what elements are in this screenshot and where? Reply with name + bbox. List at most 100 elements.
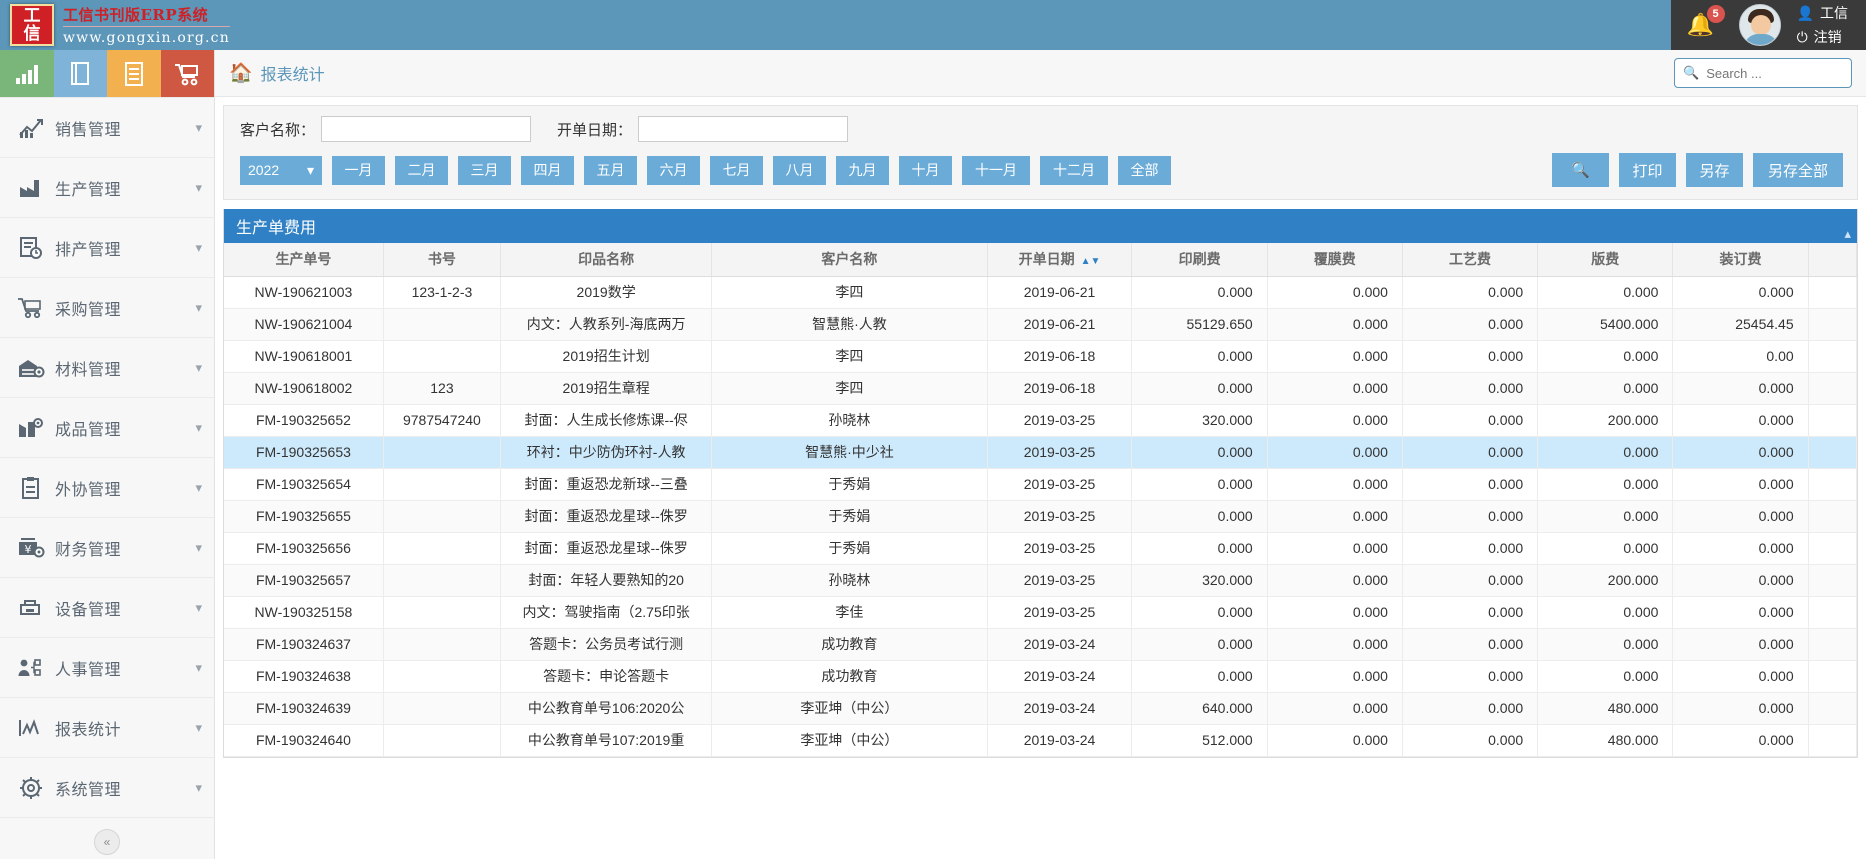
month-button-8[interactable]: 八月 bbox=[773, 156, 826, 185]
chart-tile[interactable] bbox=[0, 50, 54, 97]
cell-plate-fee: 200.000 bbox=[1538, 564, 1673, 596]
cell-book-no bbox=[383, 564, 500, 596]
table-row[interactable]: FM-190325655封面：重返恐龙星球--侏罗于秀娟2019-03-250.… bbox=[224, 500, 1857, 532]
col-binding-fee[interactable]: 装订费 bbox=[1673, 243, 1808, 276]
chevron-down-icon: ▾ bbox=[195, 180, 202, 196]
table-row[interactable]: FM-190324638答题卡：申论答题卡成功教育2019-03-240.000… bbox=[224, 660, 1857, 692]
report-chart-icon bbox=[16, 715, 46, 741]
col-invoice-date[interactable]: 开单日期▲▼ bbox=[987, 243, 1132, 276]
sidebar-item-system[interactable]: 系统管理 ▾ bbox=[0, 758, 214, 818]
sidebar-item-outsourcing[interactable]: 外协管理 ▾ bbox=[0, 458, 214, 518]
table-header-row: 生产单号 书号 印品名称 客户名称 开单日期▲▼ 印刷费 覆膜费 工艺费 版费 … bbox=[224, 243, 1857, 276]
sidebar-item-reports[interactable]: 报表统计 ▾ bbox=[0, 698, 214, 758]
cell-invoice-date: 2019-03-25 bbox=[987, 468, 1132, 500]
cart-tile[interactable] bbox=[161, 50, 215, 97]
table-row[interactable]: NW-1906180021232019招生章程李四2019-06-180.000… bbox=[224, 372, 1857, 404]
month-button-all[interactable]: 全部 bbox=[1118, 156, 1171, 185]
cell-invoice-date: 2019-06-18 bbox=[987, 372, 1132, 404]
col-product-name[interactable]: 印品名称 bbox=[500, 243, 711, 276]
month-button-2[interactable]: 二月 bbox=[395, 156, 448, 185]
table-row[interactable]: FM-190324637答题卡：公务员考试行测成功教育2019-03-240.0… bbox=[224, 628, 1857, 660]
table-row[interactable]: FM-190324639中公教育单号106:2020公李亚坤（中公）2019-0… bbox=[224, 692, 1857, 724]
sidebar-item-label: 系统管理 bbox=[55, 776, 195, 800]
col-plate-fee[interactable]: 版费 bbox=[1538, 243, 1673, 276]
sidebar-item-equipment[interactable]: 设备管理 ▾ bbox=[0, 578, 214, 638]
sidebar-item-hr[interactable]: 人事管理 ▾ bbox=[0, 638, 214, 698]
notifications-button[interactable]: 🔔 5 bbox=[1671, 0, 1731, 50]
year-select[interactable]: 2022 ▾ bbox=[240, 156, 322, 185]
notification-badge: 5 bbox=[1707, 5, 1725, 23]
table-row[interactable]: FM-1903256529787547240封面：人生成长修炼课--侭孙晓林20… bbox=[224, 404, 1857, 436]
sidebar-item-label: 外协管理 bbox=[55, 476, 195, 500]
table-head: 生产单号 书号 印品名称 客户名称 开单日期▲▼ 印刷费 覆膜费 工艺费 版费 … bbox=[224, 243, 1857, 276]
cell-invoice-date: 2019-06-21 bbox=[987, 276, 1132, 308]
grid-collapse-icon[interactable]: ▴ bbox=[1844, 226, 1851, 242]
sidebar-item-finished-goods[interactable]: 成品管理 ▾ bbox=[0, 398, 214, 458]
avatar-button[interactable] bbox=[1731, 0, 1789, 50]
month-button-4[interactable]: 四月 bbox=[521, 156, 574, 185]
search-input[interactable] bbox=[1706, 66, 1843, 81]
month-button-10[interactable]: 十月 bbox=[899, 156, 952, 185]
col-production-no[interactable]: 生产单号 bbox=[224, 243, 383, 276]
sidebar: 销售管理 ▾ 生产管理 ▾ 排产管理 bbox=[0, 50, 215, 859]
sidebar-item-production[interactable]: 生产管理 ▾ bbox=[0, 158, 214, 218]
month-button-12[interactable]: 十二月 bbox=[1040, 156, 1108, 185]
table-row[interactable]: NW-190621003123-1-2-32019数学李四2019-06-210… bbox=[224, 276, 1857, 308]
save-all-button[interactable]: 另存全部 bbox=[1753, 153, 1843, 187]
cell-craft-fee: 0.000 bbox=[1402, 404, 1537, 436]
customer-name-input[interactable] bbox=[321, 116, 531, 142]
month-button-1[interactable]: 一月 bbox=[332, 156, 385, 185]
col-craft-fee[interactable]: 工艺费 bbox=[1402, 243, 1537, 276]
cell-print-fee: 0.000 bbox=[1132, 276, 1267, 308]
sidebar-item-finance[interactable]: ¥ 财务管理 ▾ bbox=[0, 518, 214, 578]
cell-product-name: 中公教育单号107:2019重 bbox=[500, 724, 711, 756]
book-tile[interactable] bbox=[54, 50, 108, 97]
home-icon[interactable]: 🏠 bbox=[229, 61, 253, 85]
col-print-fee[interactable]: 印刷费 bbox=[1132, 243, 1267, 276]
breadcrumb[interactable]: 报表统计 bbox=[261, 61, 325, 85]
col-customer-name[interactable]: 客户名称 bbox=[712, 243, 987, 276]
cell-invoice-date: 2019-03-24 bbox=[987, 660, 1132, 692]
cell-print-fee: 0.000 bbox=[1132, 468, 1267, 500]
cell-customer-name: 于秀娟 bbox=[712, 500, 987, 532]
sidebar-item-scheduling[interactable]: 排产管理 ▾ bbox=[0, 218, 214, 278]
table-row[interactable]: FM-190325654封面：重返恐龙新球--三叠于秀娟2019-03-250.… bbox=[224, 468, 1857, 500]
table-row[interactable]: NW-190621004内文：人教系列-海底两万智慧熊·人教2019-06-21… bbox=[224, 308, 1857, 340]
month-button-7[interactable]: 七月 bbox=[710, 156, 763, 185]
table-row[interactable]: NW-190325158内文：驾驶指南（2.75印张李佳2019-03-250.… bbox=[224, 596, 1857, 628]
sidebar-collapse-button[interactable]: « bbox=[94, 829, 120, 855]
search-button[interactable]: 🔍 bbox=[1552, 153, 1609, 187]
search-box[interactable]: 🔍 bbox=[1674, 58, 1852, 88]
month-button-6[interactable]: 六月 bbox=[647, 156, 700, 185]
sidebar-item-purchasing[interactable]: 采购管理 ▾ bbox=[0, 278, 214, 338]
chevron-down-icon: ▾ bbox=[195, 420, 202, 436]
print-button[interactable]: 打印 bbox=[1619, 153, 1676, 187]
cell-print-fee: 512.000 bbox=[1132, 724, 1267, 756]
sidebar-item-sales[interactable]: 销售管理 ▾ bbox=[0, 98, 214, 158]
cell-book-no bbox=[383, 340, 500, 372]
search-icon: 🔍 bbox=[1683, 65, 1699, 81]
month-button-9[interactable]: 九月 bbox=[836, 156, 889, 185]
invoice-date-input[interactable] bbox=[638, 116, 848, 142]
document-tile[interactable] bbox=[107, 50, 161, 97]
table-row[interactable]: NW-1906180012019招生计划李四2019-06-180.0000.0… bbox=[224, 340, 1857, 372]
cell-product-name: 2019数学 bbox=[500, 276, 711, 308]
user-icon: 👤 bbox=[1797, 5, 1814, 22]
cell-binding-fee: 0.000 bbox=[1673, 692, 1808, 724]
cell-print-fee: 0.000 bbox=[1132, 372, 1267, 404]
col-film-fee[interactable]: 覆膜费 bbox=[1267, 243, 1402, 276]
table-row[interactable]: FM-190325653环衬：中少防伪环衬-人教智慧熊·中少社2019-03-2… bbox=[224, 436, 1857, 468]
table-row[interactable]: FM-190325656封面：重返恐龙星球--侏罗于秀娟2019-03-250.… bbox=[224, 532, 1857, 564]
month-button-11[interactable]: 十一月 bbox=[962, 156, 1030, 185]
logout-row[interactable]: ⏻ 注销 bbox=[1797, 27, 1848, 47]
save-as-button[interactable]: 另存 bbox=[1686, 153, 1743, 187]
col-book-no[interactable]: 书号 bbox=[383, 243, 500, 276]
sidebar-item-materials[interactable]: 材料管理 ▾ bbox=[0, 338, 214, 398]
table-row[interactable]: FM-190325657封面：年轻人要熟知的20孙晓林2019-03-25320… bbox=[224, 564, 1857, 596]
cell-plate-fee: 0.000 bbox=[1538, 500, 1673, 532]
user-name-row[interactable]: 👤 工信 bbox=[1797, 3, 1848, 23]
month-button-5[interactable]: 五月 bbox=[584, 156, 637, 185]
cell-book-no bbox=[383, 436, 500, 468]
month-button-3[interactable]: 三月 bbox=[458, 156, 511, 185]
table-row[interactable]: FM-190324640中公教育单号107:2019重李亚坤（中公）2019-0… bbox=[224, 724, 1857, 756]
